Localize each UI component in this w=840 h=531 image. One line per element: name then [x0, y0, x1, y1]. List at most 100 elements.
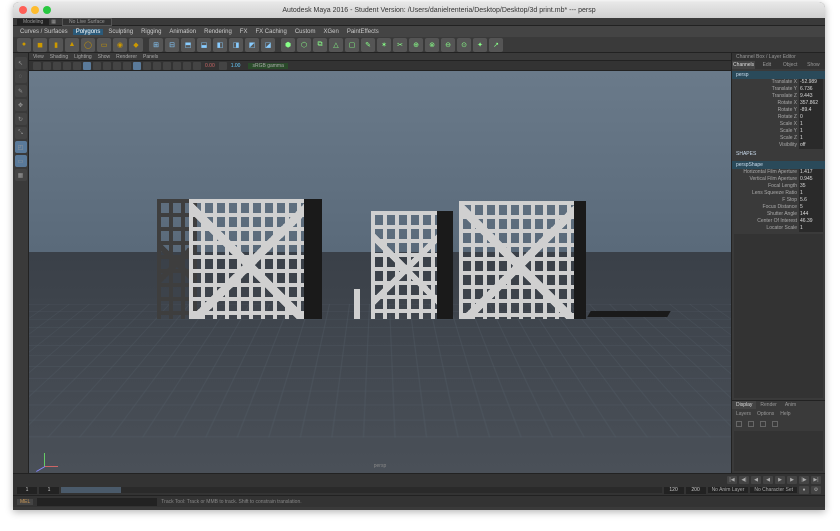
quad-icon[interactable]: ▢ [345, 38, 359, 52]
fill-icon[interactable]: ◨ [229, 38, 243, 52]
workspace-dropdown[interactable]: Modeling [17, 19, 49, 25]
tab-render[interactable]: Render [756, 401, 780, 409]
attr-row[interactable]: Lens Squeeze Ratio1 [732, 190, 825, 197]
vp-shaded-icon[interactable] [133, 62, 141, 70]
autokey-icon[interactable]: ● [799, 486, 809, 494]
tab-channels[interactable]: Channels [732, 61, 755, 69]
append-icon[interactable]: ◩ [245, 38, 259, 52]
scale-tool-icon[interactable]: ⤡ [15, 127, 27, 139]
bridge-icon[interactable]: ⬓ [197, 38, 211, 52]
last-tool-icon[interactable]: ◰ [15, 141, 27, 153]
attr-row[interactable]: Rotate Z0 [732, 114, 825, 121]
poly-cone-icon[interactable]: ▲ [65, 38, 79, 52]
character-set-dropdown[interactable]: No Character Set [750, 487, 797, 493]
attr-row[interactable]: Shutter Angle144 [732, 211, 825, 218]
lasso-tool-icon[interactable]: ◌ [15, 71, 27, 83]
attr-row[interactable]: F Stop5.6 [732, 197, 825, 204]
live-surface-field[interactable]: No Live Surface [62, 18, 112, 26]
poly-cylinder-icon[interactable]: ▮ [49, 38, 63, 52]
attr-row[interactable]: Center Of Interest46.39 [732, 218, 825, 225]
mirror-icon[interactable]: ⧉ [313, 38, 327, 52]
combine-icon[interactable]: ⊞ [149, 38, 163, 52]
shelf-tab[interactable]: Rendering [201, 29, 235, 35]
new-layer-icon[interactable] [736, 421, 742, 427]
offset-icon[interactable]: ⊙ [457, 38, 471, 52]
step-fwd-key-icon[interactable]: |▶ [799, 476, 809, 484]
poly-cube-icon[interactable]: ◼ [33, 38, 47, 52]
attr-row[interactable]: Rotate Y-89.4 [732, 107, 825, 114]
attr-row[interactable]: Translate Y6.736 [732, 86, 825, 93]
attr-row[interactable]: Translate X-52.989 [732, 79, 825, 86]
vp-gamma-icon[interactable] [219, 62, 227, 70]
vp-menu-lighting[interactable]: Lighting [74, 54, 92, 60]
attr-row[interactable]: Rotate X357.862 [732, 100, 825, 107]
layout-single-icon[interactable]: ▭ [15, 155, 27, 167]
move-down-icon[interactable] [772, 421, 778, 427]
tab-display[interactable]: Display [732, 401, 756, 409]
step-back-icon[interactable]: ◀ [751, 476, 761, 484]
edge-loop-icon[interactable]: ⊖ [441, 38, 455, 52]
vp-isolate-icon[interactable] [173, 62, 181, 70]
vp-image-plane-icon[interactable] [53, 62, 61, 70]
close-icon[interactable] [19, 6, 27, 14]
bevel-icon[interactable]: ◧ [213, 38, 227, 52]
layer-list[interactable] [734, 431, 823, 471]
collapse-icon[interactable]: ◪ [261, 38, 275, 52]
attr-row[interactable]: Scale Y1 [732, 128, 825, 135]
shelf-tab[interactable]: Custom [292, 29, 319, 35]
vp-grid-icon[interactable] [83, 62, 91, 70]
smooth-icon[interactable]: ⬢ [281, 38, 295, 52]
attr-row[interactable]: Focus Distance5 [732, 204, 825, 211]
command-input[interactable] [37, 498, 157, 506]
vp-menu-renderer[interactable]: Renderer [116, 54, 137, 60]
shelf-tab[interactable]: XGen [321, 29, 342, 35]
extrude-icon[interactable]: ⬒ [181, 38, 195, 52]
add-to-layer-icon[interactable] [748, 421, 754, 427]
script-mode-toggle[interactable]: MEL [17, 499, 33, 505]
range-end-field[interactable]: 200 [686, 487, 706, 494]
go-start-icon[interactable]: |◀ [727, 476, 737, 484]
anim-layer-dropdown[interactable]: No Anim Layer [708, 487, 749, 493]
range-inner-end-field[interactable]: 120 [664, 487, 684, 494]
zoom-icon[interactable] [43, 6, 51, 14]
shelf-tab[interactable]: PaintEffects [344, 29, 382, 35]
vp-textured-icon[interactable] [143, 62, 151, 70]
viewport[interactable]: persp [29, 71, 731, 473]
range-inner-start-field[interactable]: 1 [39, 487, 59, 494]
move-up-icon[interactable] [760, 421, 766, 427]
crease-icon[interactable]: ✦ [473, 38, 487, 52]
tab-anim[interactable]: Anim [781, 401, 800, 409]
attr-row[interactable]: Scale X1 [732, 121, 825, 128]
tab-edit[interactable]: Edit [755, 61, 778, 69]
shelf-tab-selected[interactable]: Polygons [73, 29, 104, 35]
paint-tool-icon[interactable]: ✎ [15, 85, 27, 97]
shelf-tab[interactable]: FX Caching [252, 29, 289, 35]
poly-disc-icon[interactable]: ◉ [113, 38, 127, 52]
attr-row[interactable]: Scale Z1 [732, 135, 825, 142]
shelf-tab[interactable]: Animation [166, 29, 199, 35]
move-tool-icon[interactable]: ✥ [15, 99, 27, 111]
poly-sphere-icon[interactable]: ● [17, 38, 31, 52]
select-tool-icon[interactable]: ↖ [15, 57, 27, 69]
layer-menu-help[interactable]: Help [780, 411, 790, 417]
layer-menu-options[interactable]: Options [757, 411, 774, 417]
layer-menu-layers[interactable]: Layers [736, 411, 751, 417]
shape-node-name[interactable]: perspShape [732, 161, 825, 169]
minimize-icon[interactable] [31, 6, 39, 14]
separate-icon[interactable]: ⊟ [165, 38, 179, 52]
attr-row[interactable]: Focal Length35 [732, 183, 825, 190]
poly-plane-icon[interactable]: ▭ [97, 38, 111, 52]
shelf-tab[interactable]: Sculpting [105, 29, 136, 35]
vp-2d-pan-icon[interactable] [63, 62, 71, 70]
shelf-tab[interactable]: Rigging [138, 29, 164, 35]
attr-row[interactable]: Visibilityoff [732, 142, 825, 149]
step-back-key-icon[interactable]: ◀| [739, 476, 749, 484]
tab-show[interactable]: Show [802, 61, 825, 69]
sculpt-icon[interactable]: ✎ [361, 38, 375, 52]
vp-menu-show[interactable]: Show [98, 54, 111, 60]
node-name[interactable]: persp [732, 71, 825, 79]
vp-shadows-icon[interactable] [163, 62, 171, 70]
prefs-icon[interactable]: ⚙ [811, 486, 821, 494]
merge-icon[interactable]: ⊗ [425, 38, 439, 52]
cleanup-icon[interactable]: ✶ [377, 38, 391, 52]
